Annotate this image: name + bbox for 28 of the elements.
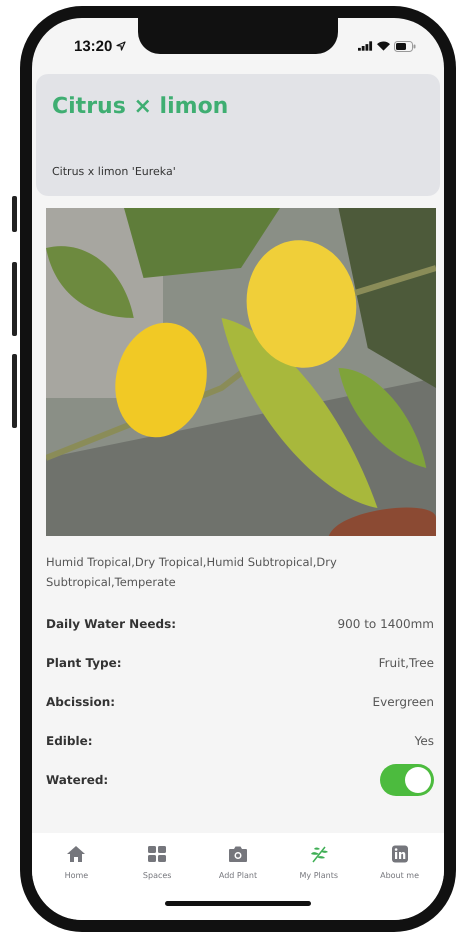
tab-item[interactable]: Spaces	[119, 845, 196, 880]
detail-label: Plant Type:	[46, 656, 122, 670]
signal-icon	[358, 41, 373, 51]
detail-value: Fruit,Tree	[378, 656, 434, 670]
detail-value: Yes	[414, 734, 434, 748]
location-arrow-icon	[116, 41, 126, 51]
climate-list: Humid Tropical,Dry Tropical,Humid Subtropical,Dry Subtropical,Temperate	[46, 552, 434, 592]
detail-label: Watered:	[46, 772, 108, 786]
status-time: 13:20	[74, 38, 112, 54]
detail-label: Daily Water Needs:	[46, 616, 176, 630]
battery-icon	[394, 40, 416, 52]
sprout-icon	[308, 845, 329, 863]
detail-value: 900 to 1400mm	[338, 616, 434, 630]
tab-item[interactable]: My Plants	[280, 845, 357, 880]
plant-title: Citrus × limon	[52, 94, 230, 119]
tab-item[interactable]: About me	[362, 845, 438, 880]
watered-toggle[interactable]	[380, 764, 434, 796]
camera-icon	[228, 845, 248, 863]
plant-cultivar: Citrus x limon 'Eureka'	[52, 165, 177, 178]
tab-item[interactable]: Home	[38, 845, 114, 880]
home-icon	[66, 845, 86, 863]
profile-badge-icon	[390, 845, 410, 863]
tab-item[interactable]: Add Plant	[200, 845, 276, 880]
detail-label: Edible:	[46, 734, 93, 748]
detail-value: Evergreen	[372, 694, 434, 708]
grid-icon	[147, 845, 168, 863]
wifi-icon	[377, 41, 390, 51]
detail-label: Abcission:	[46, 694, 116, 708]
